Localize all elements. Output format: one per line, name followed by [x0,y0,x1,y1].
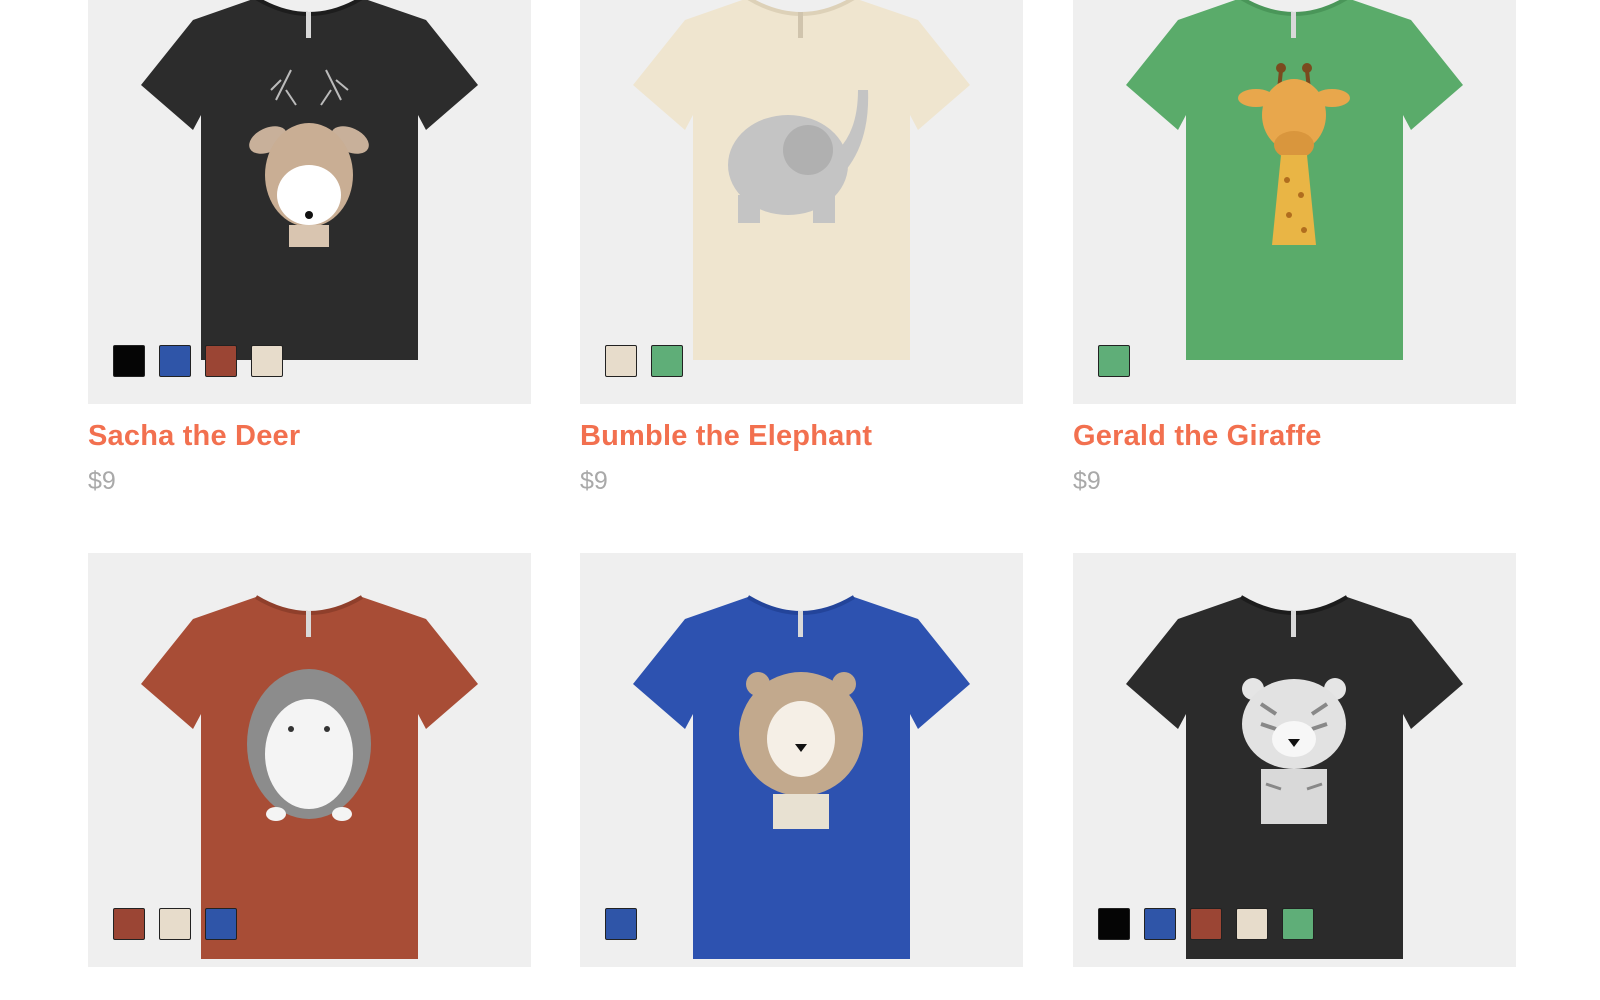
color-swatch-cream[interactable] [159,908,191,940]
color-swatch-blue[interactable] [205,908,237,940]
tshirt-image [633,0,970,360]
color-swatch-blue[interactable] [1144,908,1176,940]
product-card-4 [88,553,531,967]
product-card-5 [580,553,1023,967]
product-image[interactable] [580,0,1023,404]
product-price: $9 [580,467,608,495]
product-title[interactable]: Bumble the Elephant [580,418,1023,454]
color-swatch-blue[interactable] [605,908,637,940]
color-swatch-cream[interactable] [251,345,283,377]
product-price: $9 [88,467,116,495]
product-price: $9 [1073,467,1101,495]
tshirt-image [141,595,478,959]
color-swatch-cream[interactable] [1236,908,1268,940]
product-card-6 [1073,553,1516,967]
color-swatch-green[interactable] [651,345,683,377]
color-swatch-cream[interactable] [605,345,637,377]
product-image[interactable] [1073,0,1516,404]
color-swatch-black[interactable] [113,345,145,377]
color-swatches [113,908,237,940]
tshirt-image [141,0,478,360]
color-swatch-green[interactable] [1282,908,1314,940]
color-swatch-rust[interactable] [1190,908,1222,940]
color-swatch-green[interactable] [1098,345,1130,377]
color-swatches [1098,908,1314,940]
product-card-1: Sacha the Deer $9 [88,0,531,496]
color-swatches [605,908,637,940]
product-card-3: Gerald the Giraffe $9 [1073,0,1516,496]
color-swatch-black[interactable] [1098,908,1130,940]
color-swatch-blue[interactable] [159,345,191,377]
color-swatch-rust[interactable] [113,908,145,940]
product-image[interactable] [1073,553,1516,967]
color-swatches [113,345,283,377]
product-image[interactable] [580,553,1023,967]
product-title[interactable]: Sacha the Deer [88,418,531,454]
product-card-2: Bumble the Elephant $9 [580,0,1023,496]
color-swatches [605,345,683,377]
color-swatch-rust[interactable] [205,345,237,377]
product-title[interactable]: Gerald the Giraffe [1073,418,1516,454]
tshirt-image [1126,595,1463,959]
tshirt-image [1126,0,1463,360]
color-swatches [1098,345,1130,377]
tshirt-image [633,595,970,959]
product-image[interactable] [88,553,531,967]
product-image[interactable] [88,0,531,404]
